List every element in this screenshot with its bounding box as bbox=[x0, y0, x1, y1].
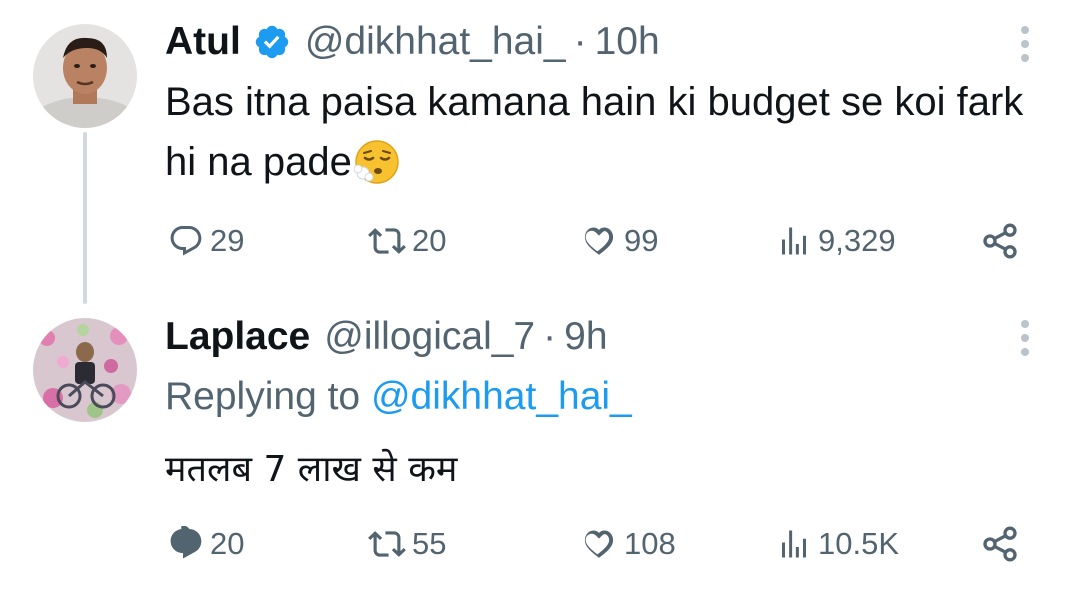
views-button[interactable]: 10.5K bbox=[776, 524, 899, 564]
tweet-laplace[interactable]: Laplace @illogical_7 · 9h Replying to @d… bbox=[0, 300, 1080, 591]
verified-badge-icon[interactable] bbox=[253, 23, 291, 61]
retweet-count: 20 bbox=[412, 223, 447, 258]
retweet-icon bbox=[368, 222, 406, 260]
reply-button[interactable]: 20 bbox=[168, 524, 244, 564]
display-name[interactable]: Laplace bbox=[165, 317, 310, 356]
more-options-icon[interactable] bbox=[1018, 24, 1032, 64]
reply-icon bbox=[168, 526, 204, 562]
views-button[interactable]: 9,329 bbox=[776, 221, 896, 261]
tweet-text: मतलब 7 लाख से कम bbox=[165, 440, 1035, 500]
exhaling-face-emoji-icon bbox=[353, 139, 400, 185]
avatar-laplace[interactable] bbox=[33, 318, 137, 422]
replying-to: Replying to @dikhhat_hai_ bbox=[165, 375, 632, 419]
retweet-button[interactable]: 55 bbox=[368, 524, 446, 564]
like-button[interactable]: 99 bbox=[580, 221, 658, 261]
tweet-actions: 20 55 108 10.5K bbox=[0, 524, 1080, 564]
share-button[interactable] bbox=[980, 221, 1020, 261]
tweet-header: Laplace @illogical_7 · 9h bbox=[165, 317, 608, 356]
views-count: 9,329 bbox=[818, 223, 896, 258]
reply-icon bbox=[168, 223, 204, 259]
user-handle[interactable]: @illogical_7 bbox=[324, 317, 535, 356]
tweet-atul[interactable]: Atul @dikhhat_hai_ · 10h Bas itna paisa … bbox=[0, 0, 1080, 304]
heart-icon bbox=[580, 222, 618, 260]
retweet-button[interactable]: 20 bbox=[368, 221, 446, 261]
share-icon bbox=[980, 524, 1020, 564]
thread-line bbox=[83, 132, 87, 304]
heart-icon bbox=[580, 525, 618, 563]
like-count: 99 bbox=[624, 223, 659, 258]
tweet-actions: 29 20 99 9,329 bbox=[0, 221, 1080, 261]
views-icon bbox=[776, 526, 812, 562]
timestamp[interactable]: 9h bbox=[564, 317, 607, 356]
tweet-text: Bas itna paisa kamana hain ki budget se … bbox=[165, 72, 1035, 192]
like-button[interactable]: 108 bbox=[580, 524, 676, 564]
views-count: 10.5K bbox=[818, 526, 900, 561]
share-icon bbox=[980, 221, 1020, 261]
views-icon bbox=[776, 223, 812, 259]
share-button[interactable] bbox=[980, 524, 1020, 564]
timestamp[interactable]: 10h bbox=[595, 22, 660, 61]
more-options-icon[interactable] bbox=[1018, 318, 1032, 358]
user-handle[interactable]: @dikhhat_hai_ bbox=[305, 22, 566, 61]
replying-to-label: Replying to bbox=[165, 375, 361, 418]
display-name[interactable]: Atul bbox=[165, 22, 241, 61]
reply-button[interactable]: 29 bbox=[168, 221, 244, 261]
like-count: 108 bbox=[624, 526, 676, 561]
tweet-header: Atul @dikhhat_hai_ · 10h bbox=[165, 22, 660, 61]
separator-dot: · bbox=[543, 315, 557, 358]
avatar-atul[interactable] bbox=[33, 24, 137, 128]
tweet-text-content: मतलब 7 लाख से कम bbox=[165, 449, 458, 490]
reply-count: 20 bbox=[210, 526, 245, 561]
separator-dot: · bbox=[573, 20, 587, 63]
tweet-text-content: Bas itna paisa kamana hain ki budget se … bbox=[165, 80, 1024, 184]
replying-to-handle-link[interactable]: @dikhhat_hai_ bbox=[371, 375, 632, 418]
reply-count: 29 bbox=[210, 223, 245, 258]
retweet-icon bbox=[368, 525, 406, 563]
retweet-count: 55 bbox=[412, 526, 447, 561]
